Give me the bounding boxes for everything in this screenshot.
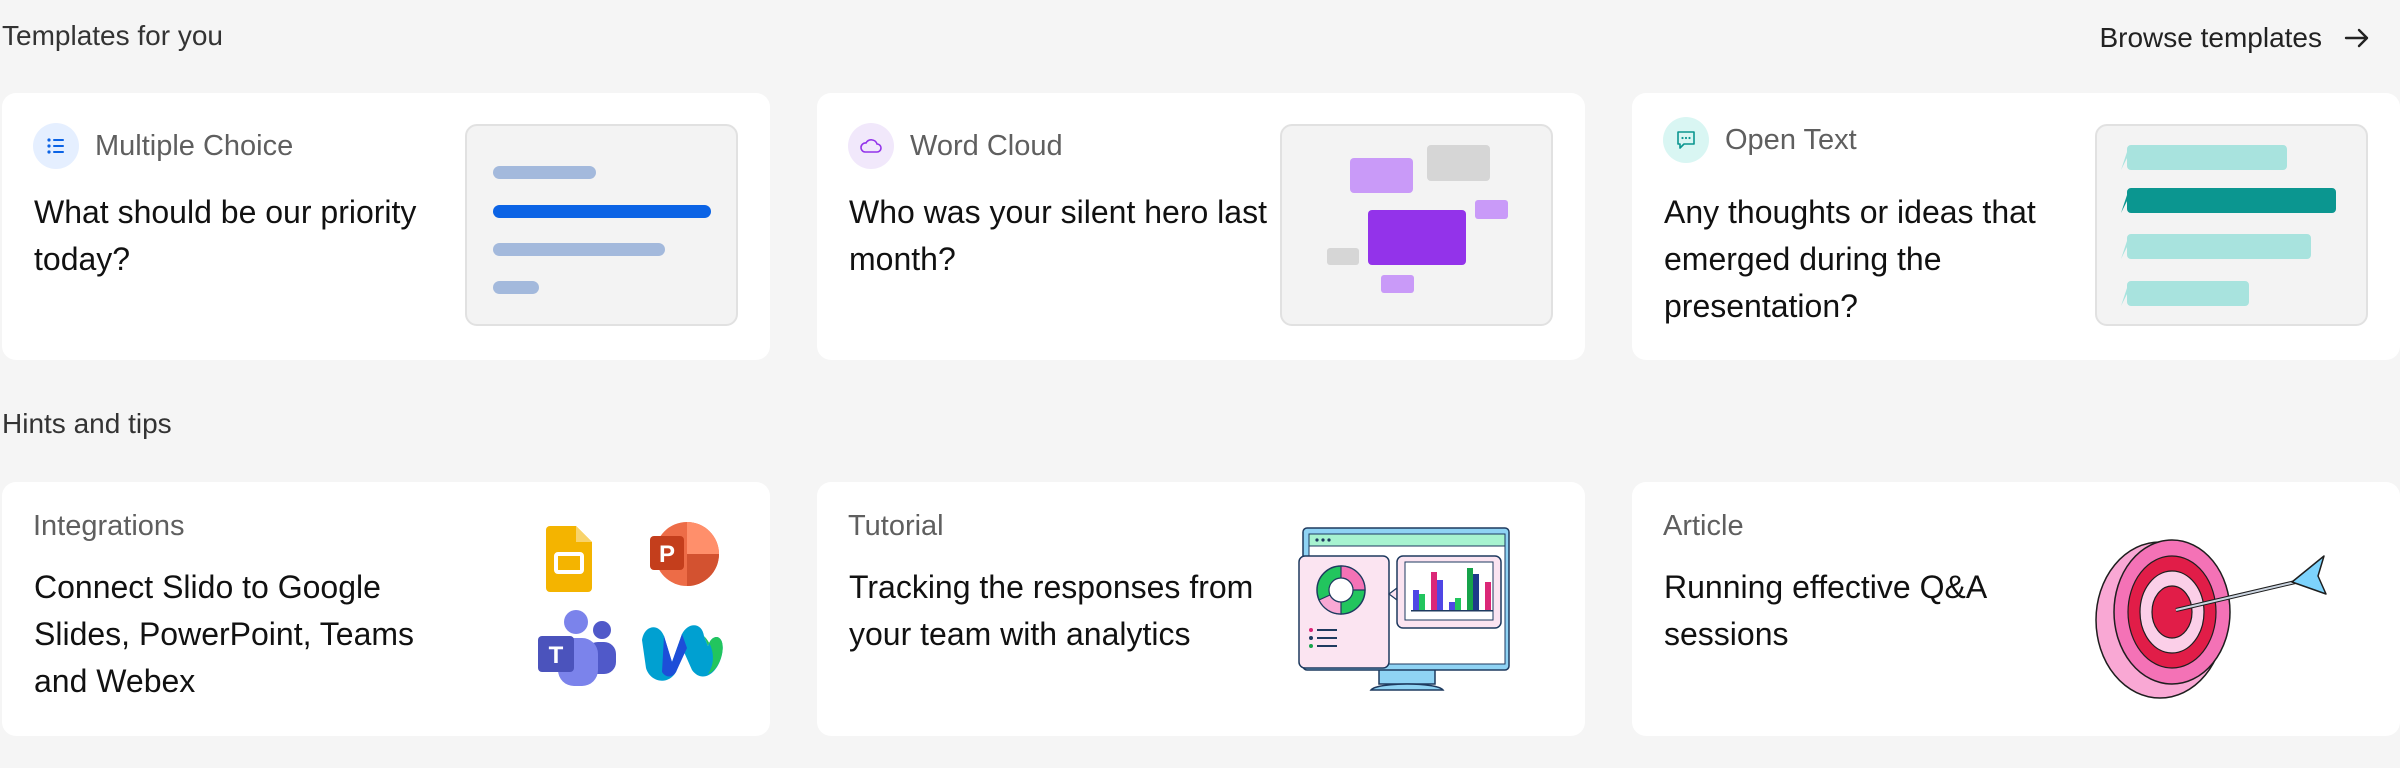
arrow-right-icon (2344, 28, 2369, 48)
browse-templates-label: Browse templates (2099, 22, 2322, 53)
template-type-label: Open Text (1725, 123, 1857, 156)
word-cloud-preview (1280, 124, 1553, 326)
template-type-label: Word Cloud (910, 129, 1063, 162)
template-card-multiple-choice[interactable]: Multiple Choice What should be our prior… (2, 93, 770, 360)
tip-text: Connect Slido to Google Slides, PowerPoi… (34, 569, 415, 699)
tip-category: Tutorial (848, 510, 944, 542)
templates-section-title: Templates for you (2, 20, 223, 51)
browse-templates-link[interactable]: Browse templates (2099, 20, 2370, 56)
target-arrow-illustration (2095, 539, 2327, 699)
tip-text: Running effective Q&A sessions (1664, 569, 1986, 652)
template-type-label: Multiple Choice (95, 129, 294, 162)
webex-icon (642, 625, 723, 681)
google-slides-icon (546, 526, 592, 592)
tip-card-tutorial[interactable]: Tutorial Tracking the responses from you… (817, 482, 1585, 736)
svg-text:T: T (549, 642, 564, 669)
tip-text: Tracking the responses from your team wi… (849, 569, 1254, 652)
integrations-logos: P T (538, 522, 723, 686)
template-question: Any thoughts or ideas that emerged durin… (1664, 194, 2036, 324)
tips-section-title: Hints and tips (2, 408, 172, 439)
template-question: What should be our priority today? (34, 194, 417, 277)
tip-card-article[interactable]: Article Running effective Q&A sessions (1632, 482, 2400, 736)
chat-bubble-icon (1663, 117, 1709, 163)
analytics-monitor-illustration (1298, 527, 1510, 691)
cloud-icon (848, 123, 894, 169)
teams-icon: T (538, 610, 616, 686)
template-card-open-text[interactable]: Open Text Any thoughts or ideas that eme… (1632, 93, 2400, 360)
powerpoint-icon: P (650, 522, 719, 586)
list-icon (33, 123, 79, 169)
tip-card-integrations[interactable]: Integrations Connect Slido to Google Sli… (2, 482, 770, 736)
template-question: Who was your silent hero last month? (849, 194, 1267, 277)
multiple-choice-preview (465, 124, 738, 326)
tip-category: Integrations (33, 510, 185, 542)
tip-category: Article (1663, 510, 1744, 542)
open-text-preview (2095, 124, 2368, 326)
template-card-word-cloud[interactable]: Word Cloud Who was your silent hero last… (817, 93, 1585, 360)
svg-text:P: P (659, 541, 675, 568)
